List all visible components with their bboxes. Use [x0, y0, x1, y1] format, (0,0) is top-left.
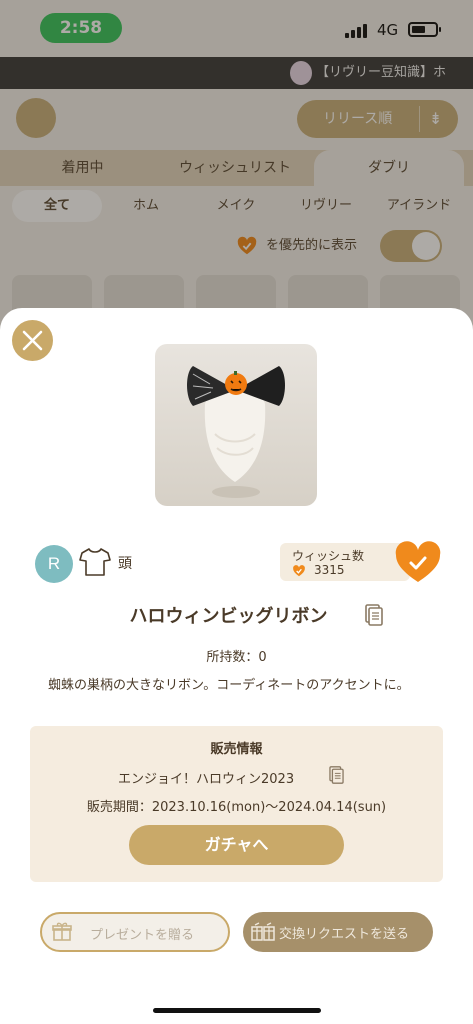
present-button[interactable]: プレゼントを贈る	[40, 912, 230, 952]
gift-icon	[52, 922, 72, 941]
rarity-badge: R	[35, 545, 73, 583]
wish-count: 3315	[314, 563, 345, 577]
trade-request-button[interactable]: 交換リクエストを送る	[243, 912, 433, 952]
slot-label: 頭	[118, 556, 132, 572]
wishlist-heart-button[interactable]	[394, 540, 442, 584]
home-indicator[interactable]	[153, 1008, 321, 1013]
trade-icon	[251, 922, 275, 941]
trade-label: 交換リクエストを送る	[279, 927, 410, 942]
heart-check-icon	[293, 565, 305, 577]
close-button[interactable]	[12, 320, 53, 361]
item-description: 蜘蛛の巣柄の大きなリボン。コーディネートのアクセントに。	[48, 678, 410, 693]
gacha-button[interactable]: ガチャへ	[129, 825, 344, 865]
copy-icon[interactable]	[329, 766, 344, 784]
sale-info-panel: 販売情報 エンジョイ！ハロウィン2023 販売期間：2023.10.16(mon…	[30, 726, 443, 882]
item-image	[155, 344, 317, 506]
item-title-text: ハロウィンビッグリボン	[129, 606, 328, 627]
wish-count-box: ウィッシュ数 3315	[280, 543, 410, 581]
close-icon	[22, 330, 43, 351]
sale-period: 販売期間：2023.10.16(mon)〜2024.04.14(sun)	[86, 800, 387, 815]
shirt-icon	[79, 548, 111, 576]
copy-icon[interactable]	[365, 604, 383, 626]
sale-heading: 販売情報	[210, 742, 263, 757]
event-name: エンジョイ！ハロウィン2023	[118, 772, 295, 787]
wish-label: ウィッシュ数	[292, 549, 365, 563]
present-label: プレゼントを贈る	[90, 928, 195, 943]
owned-count: 所持数：0	[206, 650, 267, 665]
item-detail-sheet: R 頭 ウィッシュ数 3315 ハロウィンビッグリボン 所持数：0 蜘蛛の巣柄の…	[0, 308, 473, 1024]
item-title: ハロウィンビッグリボン	[0, 602, 473, 628]
